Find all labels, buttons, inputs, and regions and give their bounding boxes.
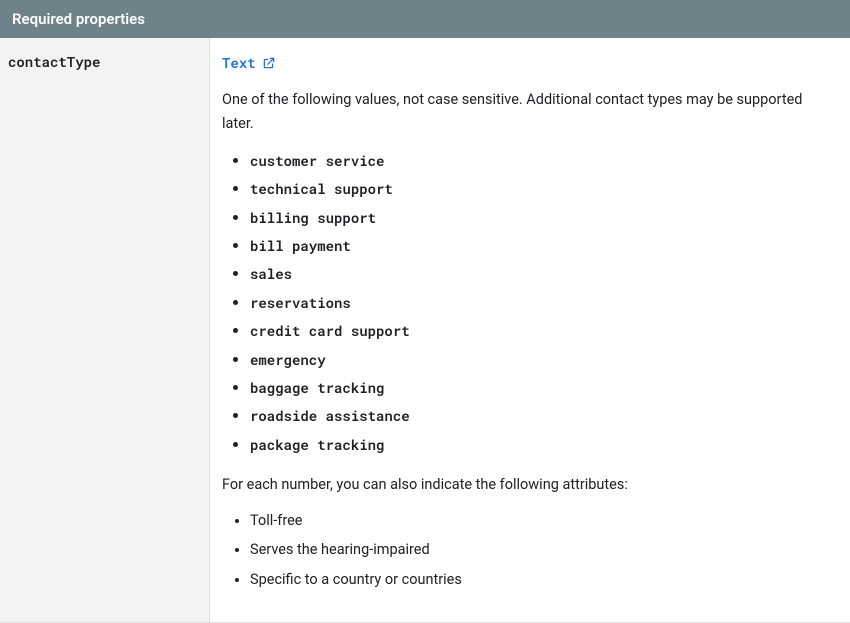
value-item: technical support: [250, 175, 834, 203]
external-link-icon: [262, 56, 276, 70]
section-header-title: Required properties: [12, 10, 145, 28]
value-item: customer service: [250, 147, 834, 175]
property-value-cell: Text One of the following values, not ca…: [210, 38, 850, 622]
value-item: emergency: [250, 346, 834, 374]
attribute-item: Toll-free: [250, 506, 834, 535]
attribute-item: Serves the hearing-impaired: [250, 535, 834, 564]
property-name-cell: contactType: [0, 38, 210, 622]
value-item: credit card support: [250, 317, 834, 345]
values-list: customer servicetechnical supportbilling…: [222, 147, 834, 459]
property-description: One of the following values, not case se…: [222, 88, 834, 134]
property-row: contactType Text One of the following va…: [0, 38, 850, 623]
value-item: baggage tracking: [250, 374, 834, 402]
value-item: billing support: [250, 204, 834, 232]
type-link[interactable]: Text: [222, 52, 276, 74]
property-name: contactType: [8, 52, 100, 71]
type-link-text: Text: [222, 52, 256, 74]
value-item: sales: [250, 260, 834, 288]
value-item: package tracking: [250, 431, 834, 459]
section-header: Required properties: [0, 0, 850, 38]
attribute-item: Specific to a country or countries: [250, 565, 834, 594]
attributes-intro: For each number, you can also indicate t…: [222, 473, 834, 496]
value-item: roadside assistance: [250, 402, 834, 430]
attributes-list: Toll-freeServes the hearing-impairedSpec…: [222, 506, 834, 594]
value-item: reservations: [250, 289, 834, 317]
value-item: bill payment: [250, 232, 834, 260]
